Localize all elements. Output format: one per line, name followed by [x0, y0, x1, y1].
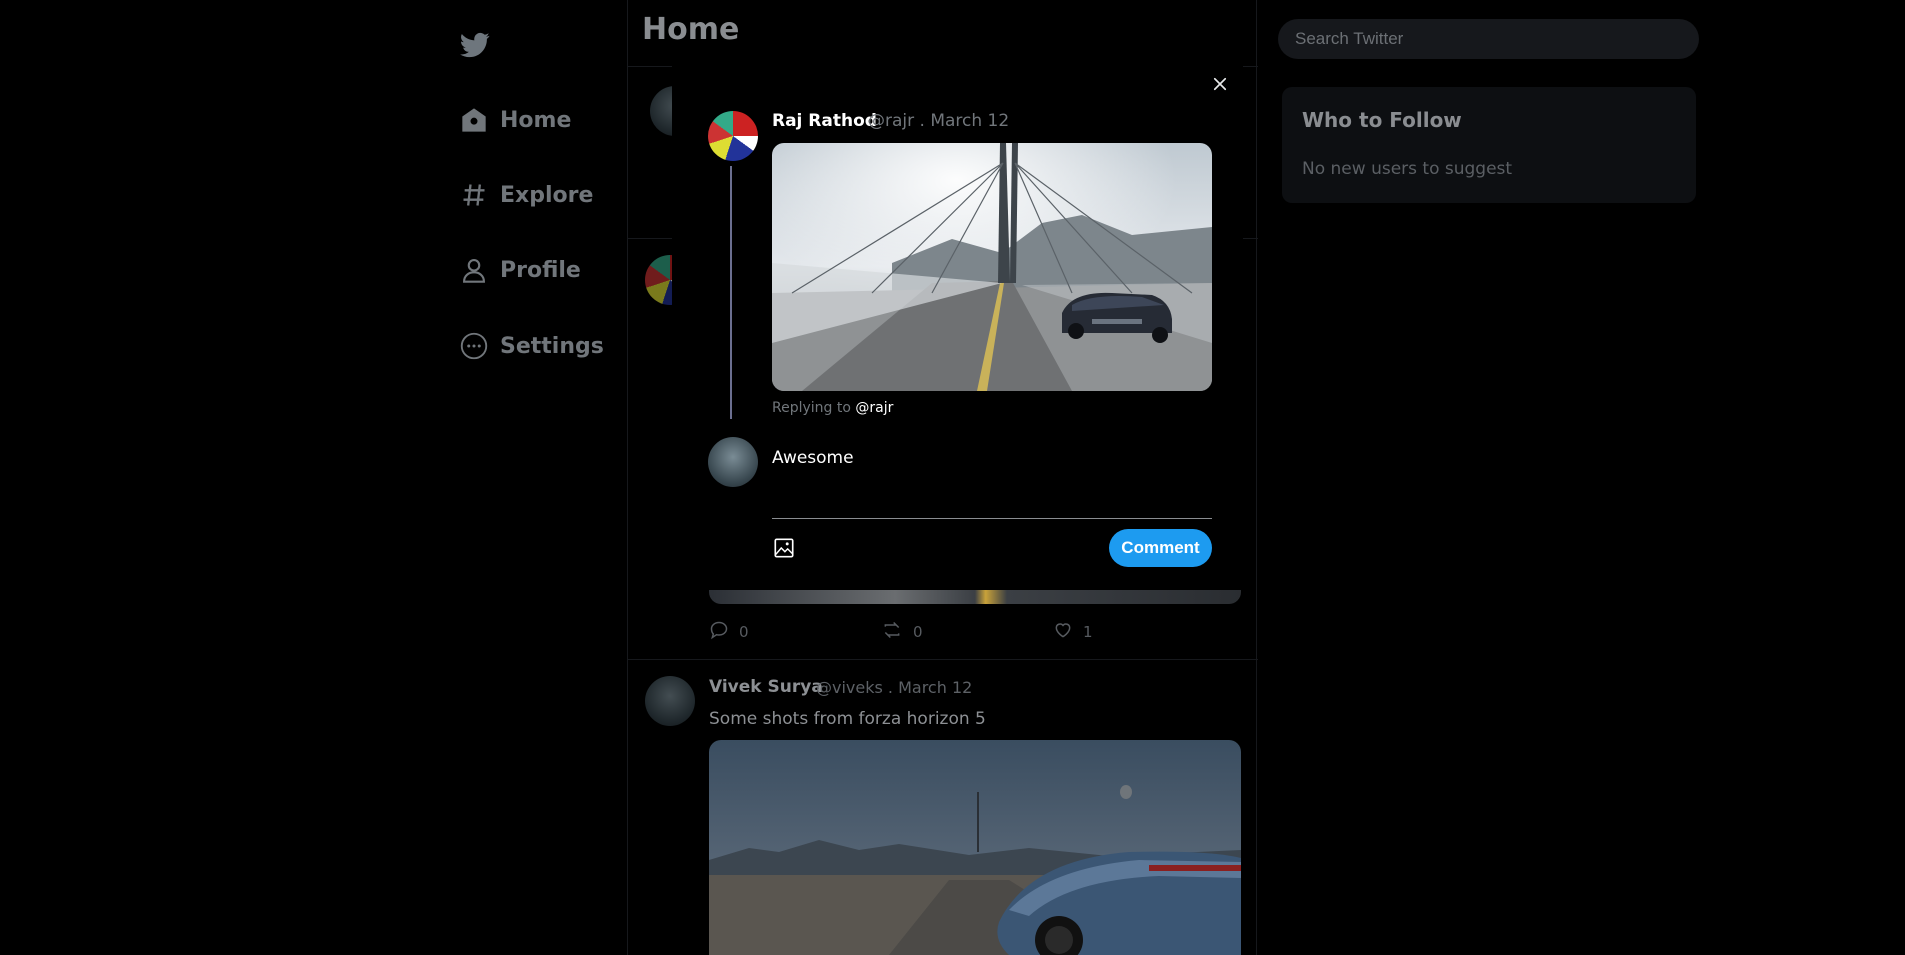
post-image[interactable] [709, 740, 1241, 955]
home-icon [460, 106, 488, 134]
modal-post-image[interactable] [772, 143, 1212, 391]
comment-count: 0 [739, 623, 749, 641]
sidebar-item-profile[interactable]: Profile [460, 256, 581, 284]
reply-underline [772, 518, 1212, 519]
comment-icon [709, 620, 729, 644]
settings-icon [460, 332, 488, 360]
retweet-count: 0 [913, 623, 923, 641]
sidebar-item-label: Explore [500, 182, 594, 208]
post-text: Some shots from forza horizon 5 [709, 709, 986, 729]
hashtag-icon [460, 181, 488, 209]
who-to-follow-title: Who to Follow [1302, 108, 1462, 132]
comment-button[interactable]: Comment [1109, 529, 1212, 567]
sidebar-item-explore[interactable]: Explore [460, 181, 593, 209]
avatar [708, 437, 758, 487]
replying-prefix: Replying to [772, 400, 851, 416]
thread-line [730, 166, 732, 419]
search-input[interactable] [1278, 19, 1699, 59]
image-icon[interactable] [772, 536, 796, 560]
sidebar-item-home[interactable]: Home [460, 106, 571, 134]
heart-icon [1053, 620, 1073, 644]
retweet-stat[interactable]: 0 [881, 620, 923, 644]
avatar[interactable] [645, 676, 695, 726]
retweet-icon [881, 620, 903, 644]
sidebar-item-label: Settings [500, 333, 604, 359]
post-image[interactable] [709, 588, 1241, 604]
replying-handle[interactable]: @rajr [855, 400, 893, 416]
close-icon[interactable] [1206, 70, 1234, 98]
modal-author-name[interactable]: Raj Rathod [772, 111, 877, 131]
divider [628, 659, 1258, 660]
modal-author-meta: @rajr . March 12 [868, 111, 1010, 131]
app: Home Explore Profile Settings Home 0 0 1… [0, 0, 1905, 955]
profile-icon [460, 256, 488, 284]
page-title: Home [642, 12, 740, 47]
reply-input[interactable] [772, 442, 1212, 518]
comment-stat[interactable]: 0 [709, 620, 749, 644]
who-to-follow-card: Who to Follow No new users to suggest [1282, 87, 1696, 203]
like-count: 1 [1083, 623, 1093, 641]
sidebar-item-label: Home [500, 107, 572, 133]
sidebar: Home Explore Profile Settings [460, 0, 628, 955]
sidebar-item-label: Profile [500, 257, 581, 283]
post-author-name[interactable]: Vivek Surya [709, 677, 823, 697]
sidebar-item-settings[interactable]: Settings [460, 332, 604, 360]
post-meta: @viveks . March 12 [816, 678, 973, 697]
replying-to: Replying to @rajr [772, 400, 893, 416]
like-stat[interactable]: 1 [1053, 620, 1093, 644]
who-to-follow-empty: No new users to suggest [1302, 159, 1513, 179]
twitter-logo-icon[interactable] [460, 30, 492, 62]
avatar[interactable] [708, 111, 758, 161]
